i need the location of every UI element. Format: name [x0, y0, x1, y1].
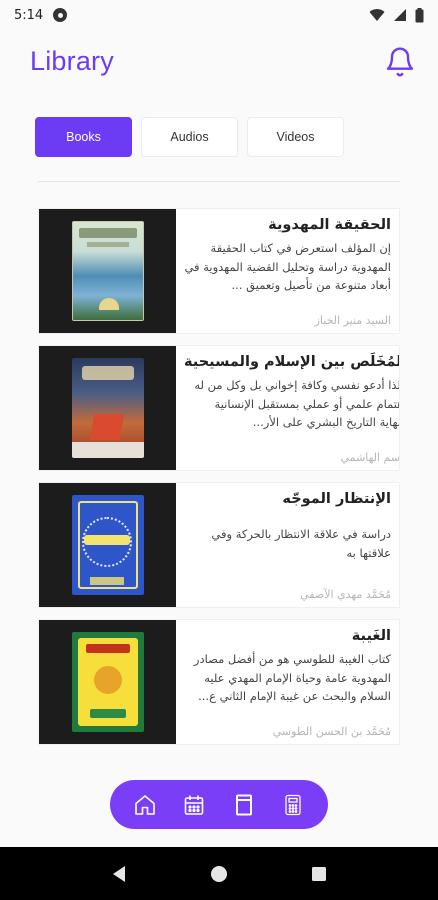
book-card[interactable]: الغَيبة كتاب الغيبة للطوسي هو من أفضل مص… — [38, 619, 400, 745]
book-list: الحقيقة المهدوية إن المؤلف استعرض في كتا… — [38, 208, 400, 756]
signal-icon — [394, 9, 406, 21]
book-card[interactable]: الإنتظار الموجّه دراسة في علاقة الانتظار… — [38, 482, 400, 608]
book-cover-image — [71, 358, 144, 458]
book-cover-image — [71, 495, 144, 595]
book-author: مُحَمَّد مهدي الآصفي — [300, 588, 391, 601]
wifi-icon — [369, 9, 385, 21]
book-description: ولذا أدعو نفسي وكافة إخواني بل وكل من له… — [194, 378, 400, 429]
book-title: الحقيقة المهدوية — [268, 217, 391, 233]
book-card[interactable]: المُخَلِّص بين الإسلام والمسيحية ولذا أد… — [38, 345, 400, 471]
nav-books[interactable] — [224, 785, 264, 825]
book-description: إن المؤلف استعرض في كتاب الحقيقة المهدوي… — [184, 241, 391, 292]
book-info: الحقيقة المهدوية إن المؤلف استعرض في كتا… — [176, 209, 399, 333]
book-description: دراسة في علاقة الانتظار بالحركة وفي علاق… — [211, 527, 391, 560]
tab-videos[interactable]: Videos — [247, 117, 344, 157]
nav-home[interactable] — [125, 785, 165, 825]
tab-audios[interactable]: Audios — [141, 117, 238, 157]
home-icon — [134, 794, 155, 815]
app-notification-icon — [53, 8, 68, 22]
battery-icon — [415, 7, 424, 22]
book-info: الإنتظار الموجّه دراسة في علاقة الانتظار… — [176, 483, 399, 607]
book-info: الغَيبة كتاب الغيبة للطوسي هو من أفضل مص… — [176, 620, 399, 744]
home-circle-icon[interactable] — [210, 865, 228, 883]
cover-area — [39, 209, 176, 333]
nav-calendar[interactable] — [174, 785, 214, 825]
calculator-icon — [285, 794, 301, 815]
book-title: الإنتظار الموجّه — [282, 491, 391, 507]
status-time: 5:14 — [14, 7, 44, 23]
app-header: Library — [0, 40, 438, 86]
cover-area — [39, 346, 176, 470]
tab-books[interactable]: Books — [35, 117, 132, 157]
bottom-nav — [110, 780, 328, 829]
system-nav-bar — [0, 847, 438, 900]
nav-calculator[interactable] — [273, 785, 313, 825]
media-tabs: Books Audios Videos — [35, 117, 344, 157]
book-card[interactable]: الحقيقة المهدوية إن المؤلف استعرض في كتا… — [38, 208, 400, 334]
book-title: المُخَلِّص بين الإسلام والمسيحية — [184, 354, 400, 370]
book-author: مُحَمَّد بن الحسن الطوسي — [272, 725, 391, 738]
bell-icon[interactable] — [384, 46, 416, 78]
book-cover-image — [71, 632, 144, 732]
book-author: باسم الهاشمي — [340, 451, 400, 464]
status-bar: 5:14 — [0, 0, 438, 30]
page-title: Library — [30, 46, 114, 76]
calendar-icon — [184, 795, 204, 815]
cover-area — [39, 483, 176, 607]
back-icon[interactable] — [111, 865, 127, 883]
cover-area — [39, 620, 176, 744]
divider — [38, 181, 400, 182]
book-icon — [235, 794, 252, 815]
book-cover-image — [71, 221, 144, 321]
book-description: كتاب الغيبة للطوسي هو من أفضل مصادر المه… — [193, 652, 391, 703]
book-title: الغَيبة — [351, 628, 391, 644]
book-info: المُخَلِّص بين الإسلام والمسيحية ولذا أد… — [176, 346, 400, 470]
book-author: السيد منير الخباز — [314, 314, 391, 327]
recents-icon[interactable] — [311, 866, 327, 882]
